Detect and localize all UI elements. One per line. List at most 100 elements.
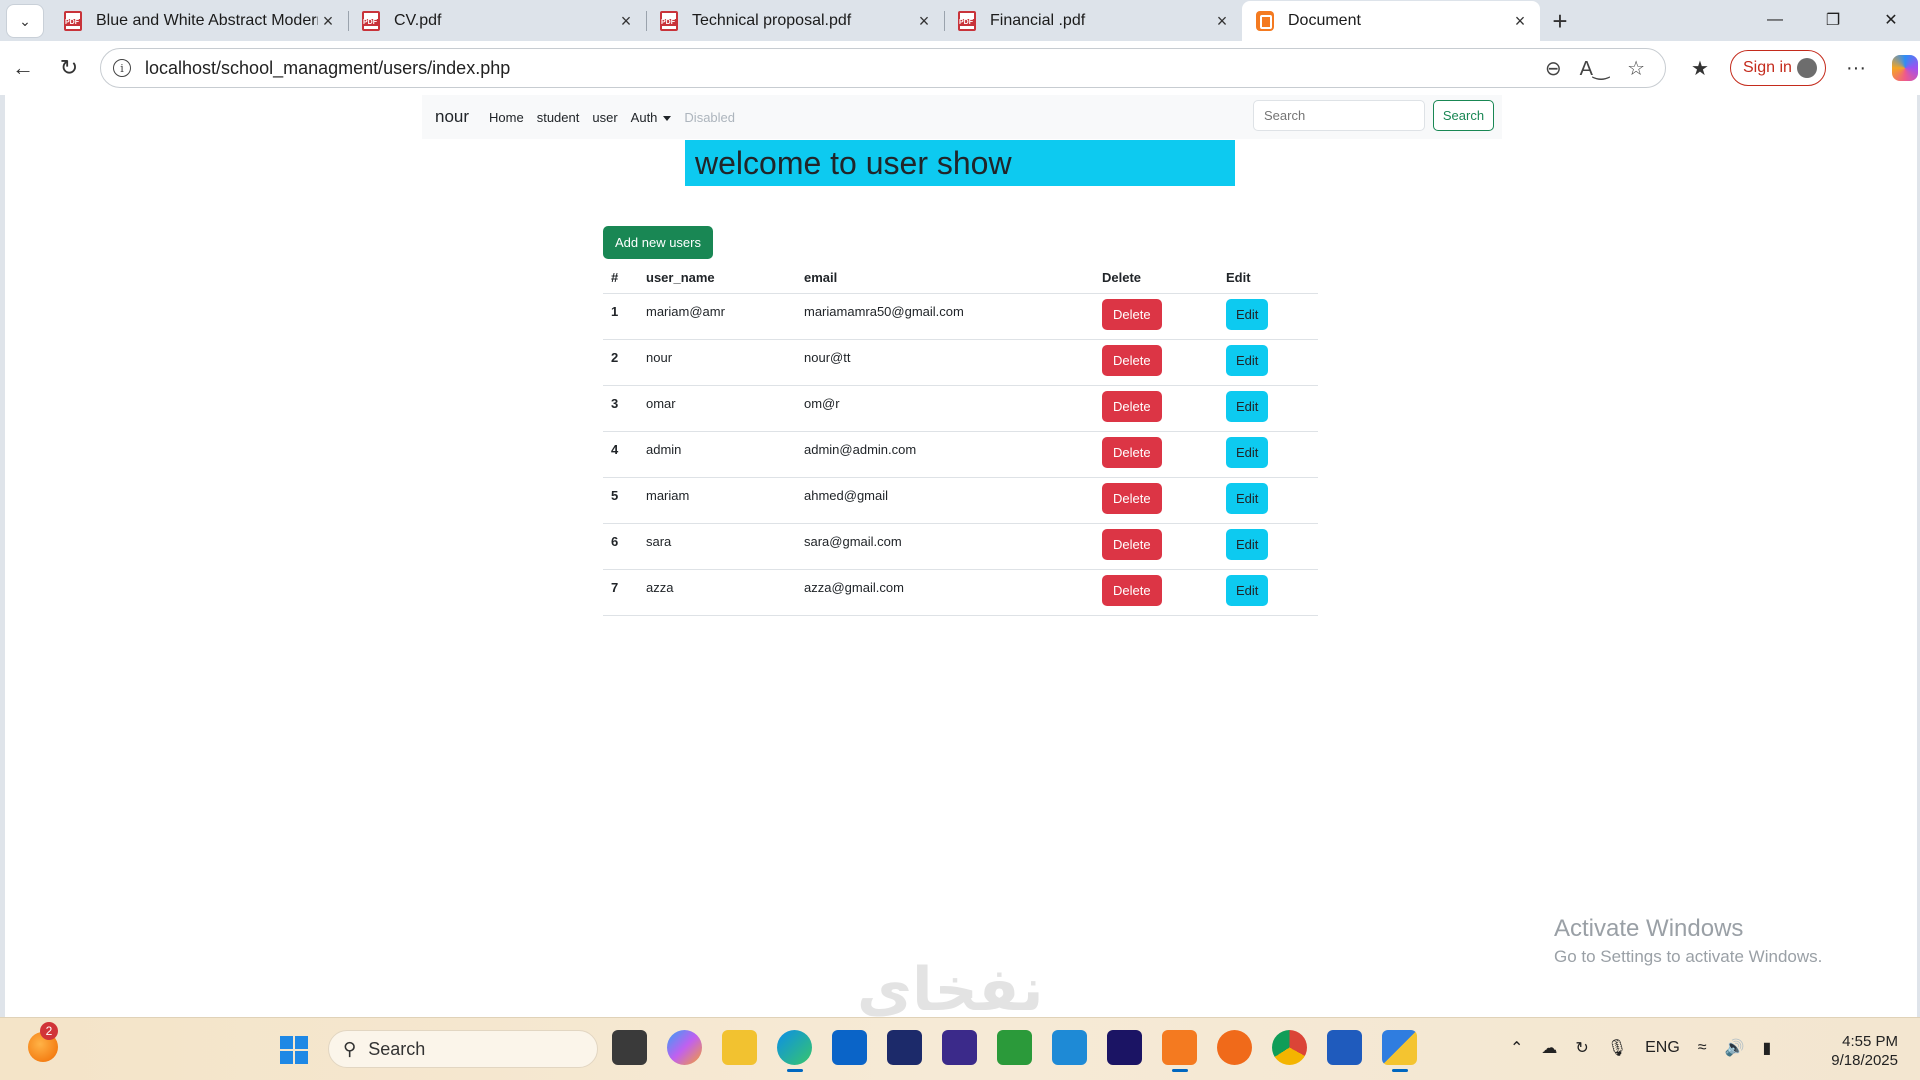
start-button[interactable]: [280, 1036, 308, 1064]
photoshop-express-icon[interactable]: [887, 1030, 922, 1065]
camtasia-icon[interactable]: [997, 1030, 1032, 1065]
cell-delete: Delete: [1094, 293, 1218, 340]
sign-in-button[interactable]: Sign in: [1730, 50, 1826, 86]
nav-link-student[interactable]: student: [537, 110, 580, 125]
copilot-app-icon[interactable]: [667, 1030, 702, 1065]
sublime-icon[interactable]: [1217, 1030, 1252, 1065]
xampp-app-icon[interactable]: [1162, 1030, 1197, 1072]
edit-button[interactable]: Edit: [1226, 528, 1269, 560]
chevron-up-icon[interactable]: ⌃: [1510, 1038, 1523, 1058]
table-row: 3 omar om@r Delete Edit: [603, 385, 1318, 432]
clock-date: 9/18/2025: [1831, 1052, 1898, 1069]
restore-icon[interactable]: ❐: [1804, 0, 1862, 40]
volume-icon[interactable]: 🔊: [1725, 1038, 1745, 1058]
info-icon[interactable]: i: [113, 59, 131, 77]
media-encoder-icon[interactable]: [942, 1030, 977, 1065]
more-options-icon[interactable]: ···: [1836, 57, 1876, 80]
url-text[interactable]: localhost/school_managment/users/index.p…: [145, 58, 1545, 79]
premiere-pro-icon[interactable]: [1107, 1030, 1142, 1065]
edit-button[interactable]: Edit: [1226, 390, 1269, 422]
battery-icon[interactable]: ▮: [1763, 1038, 1772, 1058]
tab-actions-menu-button[interactable]: ⌄: [6, 4, 44, 38]
taskbar-clock[interactable]: 4:55 PM 9/18/2025: [1831, 1032, 1898, 1070]
browser-tab-3[interactable]: Technical proposal.pdf ×: [646, 1, 944, 41]
cell-edit: Edit: [1218, 477, 1318, 524]
word-icon[interactable]: [1327, 1030, 1362, 1065]
edit-button[interactable]: Edit: [1226, 482, 1269, 514]
navbar-links: Home student user Auth Disabled: [489, 110, 735, 125]
outlook-icon[interactable]: [832, 1030, 867, 1065]
delete-button[interactable]: Delete: [1102, 574, 1162, 606]
close-icon[interactable]: ×: [318, 11, 338, 32]
cell-id: 3: [603, 385, 638, 432]
close-icon[interactable]: ×: [1212, 11, 1232, 32]
file-explorer-icon[interactable]: [722, 1030, 757, 1065]
delete-button[interactable]: Delete: [1102, 528, 1162, 560]
delete-button[interactable]: Delete: [1102, 298, 1162, 330]
edit-button[interactable]: Edit: [1226, 574, 1269, 606]
navbar-search-button[interactable]: Search: [1433, 100, 1494, 131]
activate-windows-title: Activate Windows: [1554, 915, 1744, 942]
edit-button[interactable]: Edit: [1226, 436, 1269, 468]
address-bar[interactable]: i localhost/school_managment/users/index…: [100, 48, 1666, 88]
edit-button[interactable]: Edit: [1226, 298, 1269, 330]
close-icon[interactable]: ×: [616, 11, 636, 32]
col-header-email: email: [796, 263, 1094, 294]
vscode-icon[interactable]: [1052, 1030, 1087, 1065]
nav-link-home[interactable]: Home: [489, 110, 524, 125]
browser-tab-4[interactable]: Financial .pdf ×: [944, 1, 1242, 41]
nav-link-disabled: Disabled: [684, 109, 736, 125]
browser-tab-1[interactable]: Blue and White Abstract Modern ×: [50, 1, 348, 41]
minimize-icon[interactable]: —: [1746, 0, 1804, 40]
wifi-icon[interactable]: ≈: [1698, 1039, 1707, 1057]
windows-logo-tile: [295, 1036, 308, 1049]
add-new-users-button[interactable]: Add new users: [603, 226, 713, 259]
xampp-icon: [1256, 11, 1274, 31]
col-header-user-name: user_name: [638, 263, 796, 294]
cell-id: 6: [603, 523, 638, 570]
navbar-search-input[interactable]: [1253, 100, 1425, 131]
cell-user-name: sara: [638, 523, 796, 570]
cell-delete: Delete: [1094, 385, 1218, 432]
task-view-icon[interactable]: [612, 1030, 647, 1065]
delete-button[interactable]: Delete: [1102, 482, 1162, 514]
nav-link-user[interactable]: user: [592, 110, 617, 125]
favorites-icon[interactable]: ★: [1680, 56, 1720, 81]
taskbar-search-box[interactable]: ⚲ Search: [328, 1030, 598, 1068]
delete-button[interactable]: Delete: [1102, 436, 1162, 468]
edit-button[interactable]: Edit: [1226, 344, 1269, 376]
taskbar-search-label: Search: [368, 1038, 426, 1059]
chrome-icon[interactable]: [1272, 1030, 1307, 1065]
cell-delete: Delete: [1094, 477, 1218, 524]
sync-icon[interactable]: ↻: [1575, 1038, 1588, 1058]
refresh-button[interactable]: ↻: [46, 48, 92, 88]
profile-icon: [1797, 58, 1817, 78]
copilot-icon[interactable]: [1892, 55, 1918, 81]
delete-button[interactable]: Delete: [1102, 344, 1162, 376]
cell-delete: Delete: [1094, 431, 1218, 478]
nav-dropdown-auth[interactable]: Auth: [631, 110, 672, 125]
favorite-star-icon[interactable]: ☆: [1627, 56, 1645, 81]
navbar-brand[interactable]: nour: [435, 107, 469, 127]
language-indicator[interactable]: ENG: [1645, 1039, 1680, 1057]
pdf-icon: [958, 11, 976, 31]
browser-tab-5-active[interactable]: Document ×: [1242, 1, 1540, 41]
onedrive-icon[interactable]: ☁: [1541, 1038, 1557, 1058]
caret-down-icon: [663, 115, 672, 121]
close-icon[interactable]: ×: [1510, 11, 1530, 32]
mic-muted-icon[interactable]: 🎙: [1607, 1038, 1627, 1058]
read-aloud-icon[interactable]: A‿: [1580, 56, 1609, 81]
table-row: 2 nour nour@tt Delete Edit: [603, 339, 1318, 386]
zoom-out-icon[interactable]: ⊖: [1545, 56, 1562, 81]
browser-tab-strip: ⌄ Blue and White Abstract Modern × CV.pd…: [0, 0, 1920, 41]
windows-logo-tile: [280, 1036, 293, 1049]
new-tab-button[interactable]: +: [1540, 1, 1580, 41]
browser-tab-2[interactable]: CV.pdf ×: [348, 1, 646, 41]
security-shield-icon[interactable]: [1382, 1030, 1417, 1072]
delete-button[interactable]: Delete: [1102, 390, 1162, 422]
window-close-icon[interactable]: ✕: [1862, 0, 1920, 40]
plus-icon: +: [1552, 5, 1568, 36]
edge-browser-icon[interactable]: [777, 1030, 812, 1072]
close-icon[interactable]: ×: [914, 11, 934, 32]
back-button[interactable]: ←: [0, 48, 46, 88]
